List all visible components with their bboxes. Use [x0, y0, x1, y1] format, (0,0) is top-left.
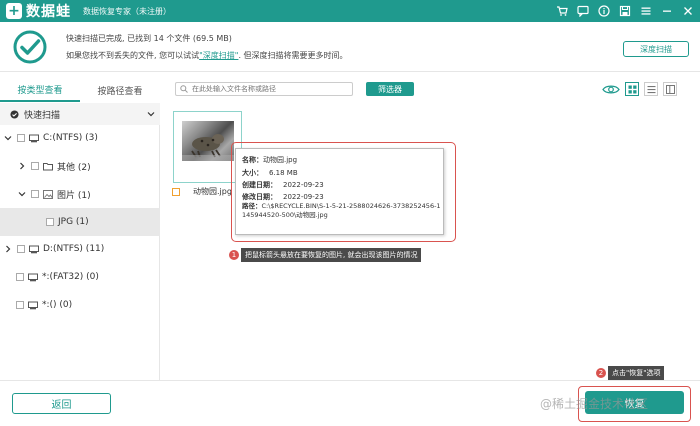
tooltip-size-key: 大小：	[242, 169, 263, 177]
tree-item-label: C:(NTFS) (3)	[43, 133, 98, 143]
tooltip-name-row: 名称：动物园.jpg	[242, 155, 297, 165]
tooltip-created-row: 创建日期： 2022-09-23	[242, 180, 324, 190]
app-subtitle: 数据恢复专家（未注册）	[83, 6, 171, 16]
tree-item-other[interactable]: 其他 (2)	[0, 156, 160, 176]
deep-scan-link[interactable]: "深度扫描"	[199, 51, 238, 60]
title-bar: + 数据蛙 数据恢复专家（未注册）	[0, 0, 700, 22]
tree-header-label: 快速扫描	[24, 110, 61, 121]
tooltip-created-key: 创建日期：	[242, 181, 277, 189]
file-name[interactable]: 动物园.jpg	[193, 186, 232, 197]
save-icon[interactable]	[619, 5, 631, 17]
chevron-down-icon[interactable]	[18, 190, 26, 198]
tree-item-label: D:(NTFS) (11)	[43, 244, 105, 254]
back-button[interactable]: 返回	[12, 393, 111, 414]
tooltip-modified-key: 修改日期：	[242, 193, 277, 201]
filter-button[interactable]: 筛选器	[366, 82, 414, 96]
tree-item-empty-drive[interactable]: *:() (0)	[0, 295, 160, 315]
minimize-icon[interactable]	[661, 5, 673, 17]
hint-text: 点击"恢复"选项	[608, 366, 665, 380]
tree-item-jpg[interactable]: JPG (1)	[0, 208, 160, 236]
file-checkbox[interactable]	[172, 188, 180, 196]
tree-checkbox[interactable]	[31, 162, 39, 170]
tree-checkbox[interactable]	[17, 245, 25, 253]
drive-icon	[29, 245, 39, 254]
scan-advice-suffix: . 但深度扫描将需要更多时间。	[238, 51, 348, 60]
chevron-right-icon[interactable]	[4, 245, 12, 253]
tab-by-type[interactable]: 按类型查看	[0, 78, 80, 102]
tree-checkbox[interactable]	[16, 301, 24, 309]
search-input[interactable]	[192, 85, 342, 93]
tooltip-path-row: 路径：C:\$RECYCLE.BIN\S-1-5-21-2588024626-3…	[242, 202, 442, 220]
hint-click-recover: 2 点击"恢复"选项	[596, 366, 665, 380]
tooltip-path-key: 路径：	[242, 202, 262, 210]
scan-advice-prefix: 如果您找不到丢失的文件, 您可以试试	[66, 51, 200, 60]
tree-header-quick-scan[interactable]: 快速扫描	[0, 103, 160, 125]
cart-icon[interactable]	[556, 5, 568, 17]
tree-item-c-drive[interactable]: C:(NTFS) (3)	[0, 128, 160, 148]
drive-icon	[28, 301, 38, 310]
tree-item-fat32-drive[interactable]: *:(FAT32) (0)	[0, 267, 160, 287]
deep-scan-button[interactable]: 深度扫描	[623, 41, 689, 57]
hint-hover-preview: 1 把鼠标箭头悬放在要恢复的图片, 就会出现该图片的情况	[229, 248, 422, 262]
tree-checkbox[interactable]	[46, 218, 54, 226]
tree-item-label: *:(FAT32) (0)	[42, 272, 99, 282]
scan-advice: 如果您找不到丢失的文件, 您可以试试"深度扫描". 但深度扫描将需要更多时间。	[66, 50, 348, 61]
detail-view-icon[interactable]	[663, 82, 677, 96]
hint-step-badge: 1	[229, 250, 239, 260]
watermark: @稀土掘金技术社区	[540, 397, 649, 411]
file-info-tooltip: 名称：动物园.jpg 大小： 6.18 MB 创建日期： 2022-09-23 修改…	[235, 148, 444, 235]
eye-icon[interactable]	[602, 82, 620, 96]
chevron-down-icon[interactable]	[147, 110, 155, 118]
tooltip-created-value: 2022-09-23	[283, 181, 324, 189]
grid-view-icon[interactable]	[625, 82, 639, 96]
tree-item-images[interactable]: 图片 (1)	[0, 184, 160, 204]
scan-complete-icon	[13, 30, 47, 64]
tree-item-d-drive[interactable]: D:(NTFS) (11)	[0, 239, 160, 259]
search-box[interactable]	[175, 82, 353, 96]
tree-item-label: 其他 (2)	[57, 162, 91, 173]
info-icon[interactable]	[598, 5, 610, 17]
file-tree: 快速扫描 C:(NTFS) (3) 其他 (2) 图片 (1) JPG (1) …	[0, 103, 160, 380]
scan-status-bar: 快速扫描已完成, 已找到 14 个文件 (69.5 MB) 如果您找不到丢失的文…	[0, 22, 700, 72]
drive-icon	[28, 273, 38, 282]
tree-checkbox[interactable]	[31, 190, 39, 198]
tree-checkbox[interactable]	[17, 134, 25, 142]
tooltip-path-value: C:\$RECYCLE.BIN\S-1-5-21-2588024626-3738…	[242, 202, 441, 219]
file-toolbar: 筛选器	[170, 80, 695, 100]
close-icon[interactable]	[682, 5, 694, 17]
list-view-icon[interactable]	[644, 82, 658, 96]
tree-item-label: *:() (0)	[42, 300, 73, 310]
view-tabs: 按类型查看 按路径查看	[0, 78, 160, 102]
app-logo: + 数据蛙	[6, 1, 71, 21]
scan-summary: 快速扫描已完成, 已找到 14 个文件 (69.5 MB)	[66, 34, 232, 43]
file-preview-image	[182, 121, 234, 161]
tooltip-name-value: 动物园.jpg	[263, 156, 298, 164]
chevron-right-icon[interactable]	[18, 162, 26, 170]
tree-item-label: 图片 (1)	[57, 190, 91, 201]
app-name: 数据蛙	[26, 4, 71, 20]
tree-checkbox[interactable]	[16, 273, 24, 281]
tooltip-modified-value: 2022-09-23	[283, 193, 324, 201]
tab-by-path[interactable]: 按路径查看	[80, 78, 160, 102]
chevron-down-icon[interactable]	[4, 134, 12, 142]
tooltip-name-key: 名称：	[242, 156, 263, 164]
hint-step-badge: 2	[596, 368, 606, 378]
image-icon	[43, 189, 53, 199]
folder-icon	[43, 162, 53, 171]
tooltip-size-row: 大小： 6.18 MB	[242, 168, 298, 178]
chat-icon[interactable]	[577, 5, 589, 17]
hint-text: 把鼠标箭头悬放在要恢复的图片, 就会出现该图片的情况	[241, 248, 422, 262]
drive-icon	[29, 134, 39, 143]
tooltip-size-value: 6.18 MB	[269, 169, 298, 177]
menu-icon[interactable]	[640, 5, 652, 17]
tooltip-modified-row: 修改日期： 2022-09-23	[242, 192, 324, 202]
logo-mark: +	[6, 3, 22, 19]
footer-bar: 返回 恢复 @稀土掘金技术社区	[0, 380, 700, 426]
tree-item-label: JPG (1)	[58, 217, 89, 227]
check-circle-icon	[10, 109, 19, 119]
search-icon	[180, 85, 188, 93]
